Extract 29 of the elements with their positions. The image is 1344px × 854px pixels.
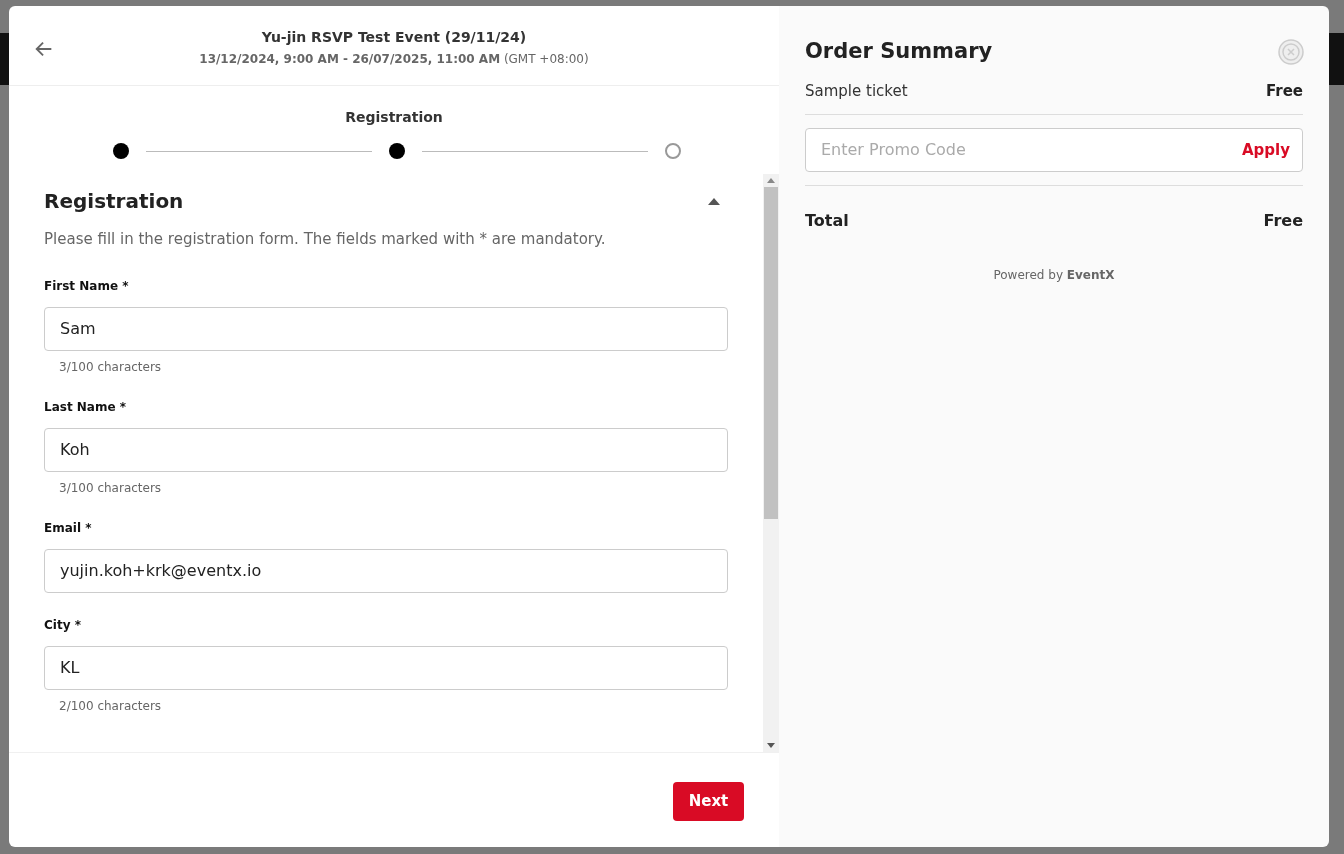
scrollbar[interactable]: [763, 174, 779, 752]
promo-code-field[interactable]: Enter Promo Code Apply: [805, 128, 1303, 172]
text-input[interactable]: yujin.koh+krk@eventx.io: [44, 548, 728, 593]
text-input[interactable]: KL: [44, 645, 728, 690]
field-label: Last Name *: [44, 398, 128, 416]
apply-button[interactable]: Apply: [1242, 138, 1290, 162]
total-label: Total: [805, 210, 849, 232]
field-label: City *: [44, 616, 82, 634]
ticket-name: Sample ticket: [805, 80, 908, 102]
ticket-price: Free: [1265, 80, 1303, 102]
step-label: Registration: [345, 108, 443, 127]
text-input[interactable]: Koh: [44, 427, 728, 472]
total-value: Free: [1263, 210, 1303, 232]
scroll-down-icon[interactable]: [767, 743, 775, 748]
scroll-up-icon[interactable]: [767, 178, 775, 183]
powered-by-text: Powered by EventX: [993, 267, 1115, 284]
character-counter: 3/100 characters: [59, 479, 162, 497]
next-button[interactable]: Next: [673, 781, 744, 821]
field-label: Email *: [44, 519, 93, 537]
event-title: Yu-jin RSVP Test Event (29/11/24): [261, 28, 527, 47]
section-description: Please fill in the registration form. The fields marked with * are mandatory.: [44, 229, 607, 250]
order-summary-title: Order Summary: [805, 38, 993, 65]
collapse-icon[interactable]: [708, 196, 722, 206]
character-counter: 3/100 characters: [59, 358, 162, 376]
event-dates: 13/12/2024, 9:00 AM - 26/07/2025, 11:00 AM (GMT +08:00): [199, 51, 589, 68]
text-input[interactable]: Sam: [44, 306, 728, 351]
character-counter: 2/100 characters: [59, 697, 162, 715]
field-label: First Name *: [44, 277, 130, 295]
section-title: Registration: [44, 188, 184, 215]
